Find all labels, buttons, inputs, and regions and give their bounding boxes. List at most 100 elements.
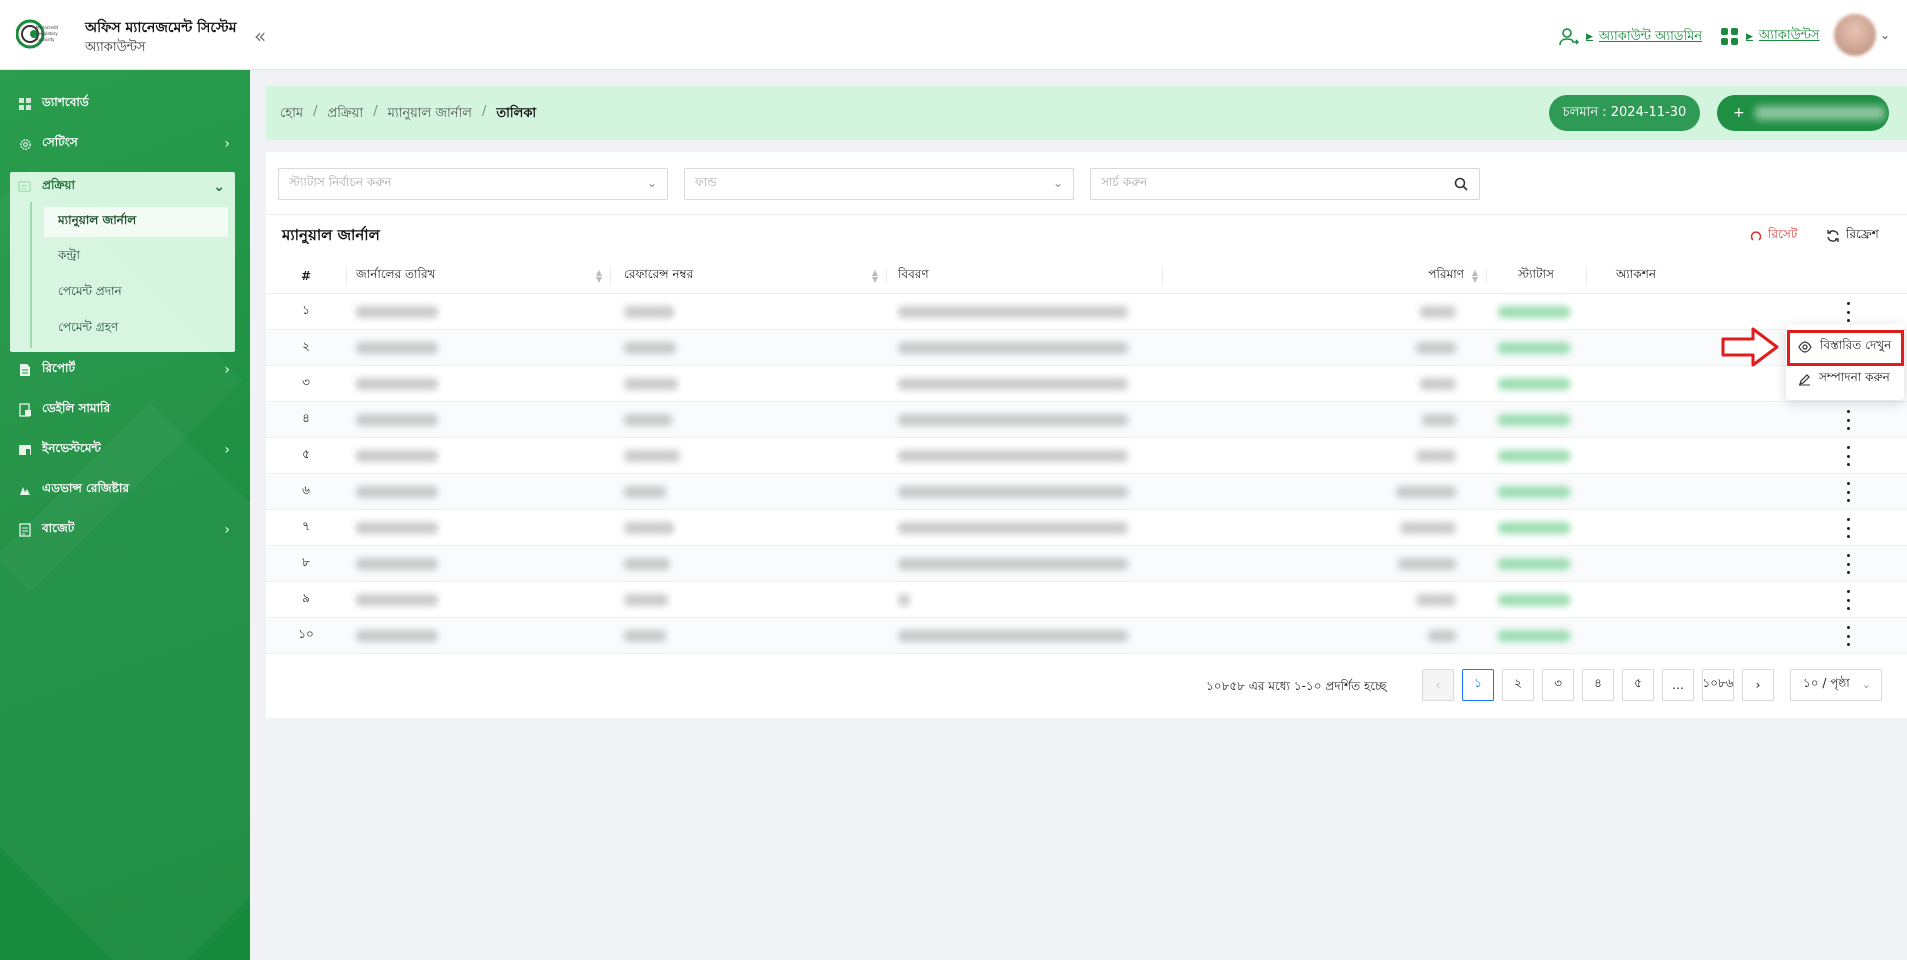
table-row: ৯ bbox=[266, 582, 1907, 618]
row-action-kebab-icon[interactable] bbox=[1840, 446, 1856, 466]
row-reference-redacted bbox=[624, 438, 680, 474]
sidebar-item-budget[interactable]: বাজেট › bbox=[10, 514, 240, 546]
row-status-redacted bbox=[1498, 330, 1570, 366]
row-amount-redacted bbox=[1428, 618, 1456, 654]
row-action-kebab-icon[interactable] bbox=[1840, 590, 1856, 610]
breadcrumb-bar: হোম / প্রক্রিয়া / ম্যানুয়াল জার্নাল / … bbox=[266, 86, 1907, 140]
sidebar-item-daily-summary[interactable]: ডেইলি সামারি bbox=[10, 394, 240, 426]
reset-button[interactable]: রিসেট bbox=[1750, 226, 1797, 246]
sidebar-subitem-manual-journal[interactable]: ম্যানুয়াল জার্নাল bbox=[44, 207, 228, 237]
row-action-kebab-icon[interactable] bbox=[1840, 302, 1856, 322]
caret-right-icon: ▶ bbox=[1586, 32, 1593, 42]
sidebar-item-advance-register[interactable]: এডভান্স রেজিষ্টার bbox=[10, 474, 240, 506]
page-jump-ellipsis[interactable]: … bbox=[1662, 669, 1694, 701]
breadcrumb-process[interactable]: প্রক্রিয়া bbox=[327, 104, 363, 125]
page-size-select[interactable]: ১০ / পৃষ্ঠা ⌄ bbox=[1790, 669, 1882, 701]
chevron-down-icon: ⌄ bbox=[646, 176, 657, 190]
search-icon[interactable] bbox=[1453, 176, 1469, 192]
journal-panel: স্ট্যাটাস নির্বাচন করুন ⌄ ফান্ড ⌄ সার্চ … bbox=[266, 152, 1907, 718]
avatar[interactable] bbox=[1834, 14, 1876, 56]
table-row: ১০ bbox=[266, 618, 1907, 654]
row-action-kebab-icon[interactable] bbox=[1840, 518, 1856, 538]
breadcrumb-manual-journal[interactable]: ম্যানুয়াল জার্নাল bbox=[388, 104, 472, 125]
page-button-4[interactable]: ৪ bbox=[1582, 669, 1614, 701]
role-switch-link[interactable]: ▶ অ্যাকাউন্ট অ্যাডমিন bbox=[1558, 26, 1702, 48]
row-index: ৮ bbox=[302, 555, 310, 569]
sidebar-subitem-payment-in[interactable]: পেমেন্ট গ্রহণ bbox=[44, 314, 228, 344]
reset-label: রিসেট bbox=[1768, 227, 1798, 241]
chevron-right-icon: › bbox=[224, 522, 230, 538]
column-header-amount[interactable]: পরিমাণ ▲ ▼ bbox=[1346, 258, 1486, 294]
sort-icon[interactable]: ▲ ▼ bbox=[596, 269, 602, 284]
row-amount-redacted bbox=[1400, 510, 1456, 546]
row-reference-redacted bbox=[624, 582, 668, 618]
column-header-reference-label: রেফারেন্স নম্বর bbox=[624, 267, 694, 281]
mra-logo: Microcredit Regulatory Authority bbox=[16, 19, 59, 49]
svg-text:Authority: Authority bbox=[36, 37, 55, 42]
row-date-redacted bbox=[356, 402, 438, 438]
pagination-summary: ১০৮৫৮ এর মধ্যে ১-১০ প্রদর্শিত হচ্ছে bbox=[1206, 679, 1387, 693]
table-row: ১ bbox=[266, 294, 1907, 330]
sort-icon[interactable]: ▲ ▼ bbox=[872, 269, 878, 284]
chevron-down-icon[interactable]: ⌄ bbox=[1880, 28, 1890, 42]
row-index: ৩ bbox=[302, 375, 310, 389]
plus-icon: + bbox=[1733, 105, 1745, 121]
reset-icon bbox=[1750, 231, 1762, 241]
annotation-highlight-box bbox=[1787, 330, 1904, 366]
page-button-1[interactable]: ১ bbox=[1462, 669, 1494, 701]
role-link-label[interactable]: অ্যাকাউন্ট অ্যাডমিন bbox=[1599, 27, 1702, 48]
gear-icon bbox=[18, 137, 32, 151]
prev-page-button[interactable]: ‹ bbox=[1422, 669, 1454, 701]
fund-select[interactable]: ফান্ড ⌄ bbox=[684, 168, 1074, 200]
module-switch-link[interactable]: ▶ অ্যাকাউন্টস bbox=[1720, 26, 1820, 47]
page-button-5[interactable]: ৫ bbox=[1622, 669, 1654, 701]
budget-icon bbox=[18, 523, 32, 537]
page-button-last[interactable]: ১০৮৬ bbox=[1702, 669, 1734, 701]
sort-icon[interactable]: ▲ ▼ bbox=[1472, 269, 1478, 284]
column-separator bbox=[1162, 268, 1163, 284]
sidebar-item-process[interactable]: প্রক্রিয়া ⌄ bbox=[10, 172, 235, 202]
sidebar-item-settings[interactable]: সেটিংস › bbox=[10, 128, 240, 160]
page-button-2[interactable]: ২ bbox=[1502, 669, 1534, 701]
row-index: ১০ bbox=[298, 627, 314, 641]
row-status-redacted bbox=[1498, 510, 1570, 546]
row-date-redacted bbox=[356, 510, 438, 546]
sidebar-subitem-payment-out[interactable]: পেমেন্ট প্রদান bbox=[44, 278, 228, 308]
row-date-redacted bbox=[356, 294, 438, 330]
sidebar-item-report[interactable]: রিপোর্ট › bbox=[10, 354, 240, 386]
row-status-redacted bbox=[1498, 402, 1570, 438]
process-icon bbox=[18, 180, 32, 194]
row-action-kebab-icon[interactable] bbox=[1840, 626, 1856, 646]
sidebar-subitem-contra[interactable]: কন্ট্রা bbox=[44, 242, 228, 272]
row-action-kebab-icon[interactable] bbox=[1840, 410, 1856, 430]
row-reference-redacted bbox=[624, 474, 666, 510]
column-header-date[interactable]: জার্নালের তারিখ ▲ ▼ bbox=[356, 258, 610, 294]
register-icon bbox=[18, 483, 32, 497]
collapse-sidebar-icon[interactable]: « bbox=[254, 24, 266, 48]
caret-right-icon: ▶ bbox=[1746, 31, 1753, 42]
menu-item-edit[interactable]: সম্পাদনা করুন bbox=[1786, 364, 1904, 394]
refresh-button[interactable]: রিফ্রেশ bbox=[1826, 226, 1879, 246]
sidebar-item-investment[interactable]: ইনভেস্টমেন্ট › bbox=[10, 434, 240, 466]
add-journal-button[interactable]: + bbox=[1717, 95, 1889, 131]
module-link-label[interactable]: অ্যাকাউন্টস bbox=[1759, 26, 1820, 47]
table-row: ৭ bbox=[266, 510, 1907, 546]
svg-text:Regulatory: Regulatory bbox=[36, 31, 58, 36]
column-header-reference[interactable]: রেফারেন্স নম্বর ▲ ▼ bbox=[624, 258, 886, 294]
status-select[interactable]: স্ট্যাটাস নির্বাচন করুন ⌄ bbox=[278, 168, 668, 200]
sidebar-item-dashboard[interactable]: ড্যাশবোর্ড bbox=[10, 88, 240, 120]
column-header-description: বিবরণ bbox=[898, 267, 929, 281]
table-row: ৮ bbox=[266, 546, 1907, 582]
row-amount-redacted bbox=[1398, 546, 1456, 582]
breadcrumb-home[interactable]: হোম bbox=[280, 104, 303, 125]
page-button-3[interactable]: ৩ bbox=[1542, 669, 1574, 701]
row-amount-redacted bbox=[1396, 474, 1456, 510]
user-switch-icon bbox=[1559, 28, 1579, 46]
chevron-right-icon: › bbox=[224, 136, 230, 152]
search-input[interactable]: সার্চ করুন bbox=[1090, 168, 1480, 200]
row-action-kebab-icon[interactable] bbox=[1840, 482, 1856, 502]
sidebar-item-label: ইনভেস্টমেন্ট bbox=[42, 441, 101, 455]
row-action-kebab-icon[interactable] bbox=[1840, 554, 1856, 574]
next-page-button[interactable]: › bbox=[1742, 669, 1774, 701]
table-row: ৬ bbox=[266, 474, 1907, 510]
